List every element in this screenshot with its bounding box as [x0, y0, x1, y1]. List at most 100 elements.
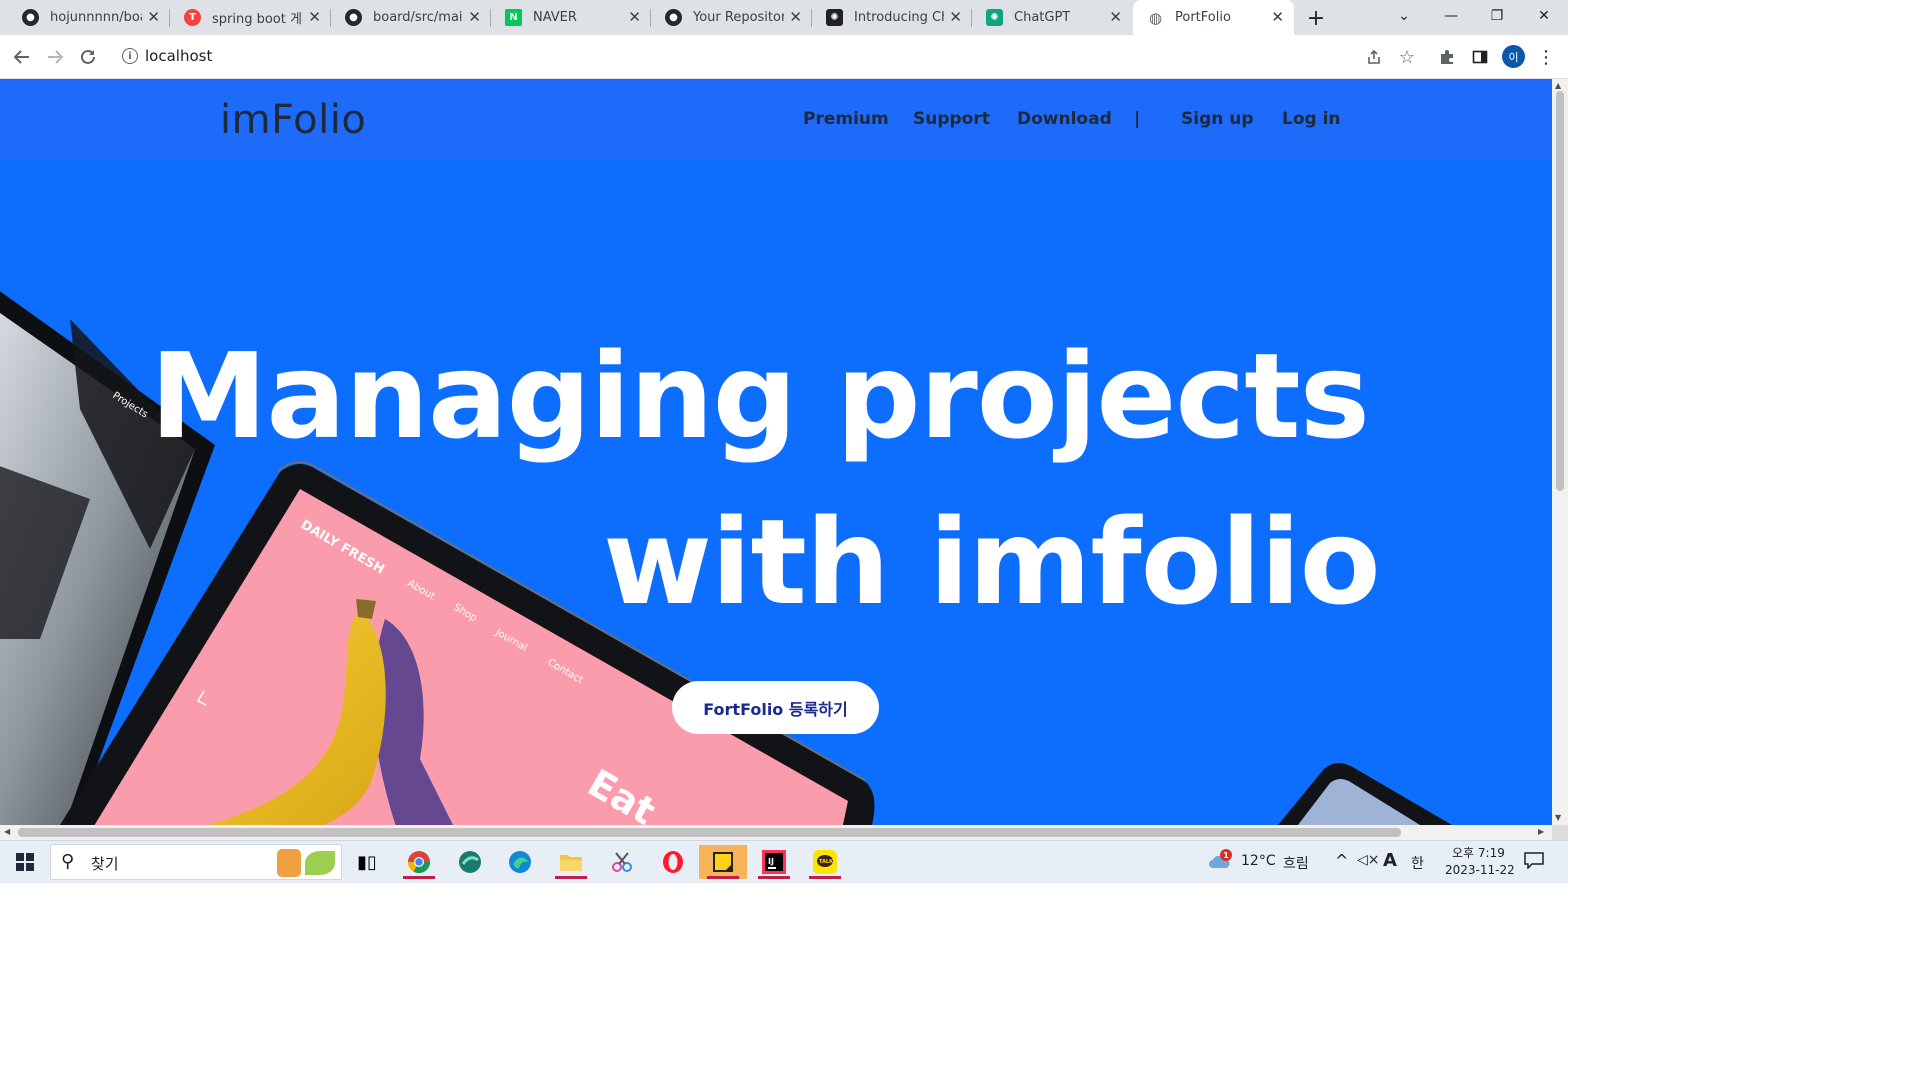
close-icon[interactable]: ✕: [628, 8, 641, 26]
close-icon[interactable]: ✕: [1109, 8, 1122, 26]
vertical-scrollbar[interactable]: ▲ ▼: [1552, 79, 1568, 825]
edge-taskbar-icon[interactable]: [500, 845, 540, 879]
restore-icon[interactable]: ❐: [1474, 0, 1520, 32]
tab-portfolio[interactable]: ◍ PortFolio ✕: [1133, 0, 1294, 35]
opera-taskbar-icon[interactable]: [653, 845, 693, 879]
new-tab-button[interactable]: +: [1303, 5, 1329, 31]
hero-title-line1: Managing projects: [150, 327, 1370, 465]
back-button[interactable]: [8, 43, 36, 71]
tab-github-src[interactable]: ● board/src/main/ ✕: [331, 0, 491, 35]
svg-text:IJ: IJ: [768, 857, 774, 866]
file-explorer-taskbar-icon[interactable]: [551, 845, 591, 879]
nav-download[interactable]: Download: [1017, 109, 1112, 129]
side-panel-icon[interactable]: [1466, 43, 1494, 71]
site-navbar: imFolio Premium Support Download | Sign …: [0, 79, 1552, 160]
vertical-scroll-thumb[interactable]: [1556, 91, 1564, 491]
github-icon: ●: [22, 9, 39, 26]
extensions-icon[interactable]: [1433, 43, 1461, 71]
chrome-taskbar-icon[interactable]: [399, 845, 439, 879]
horizontal-scroll-thumb[interactable]: [18, 828, 1401, 837]
tab-label: spring boot 게시: [212, 12, 303, 27]
notification-icon[interactable]: [1524, 852, 1544, 870]
tab-label: ChatGPT: [1014, 10, 1071, 25]
search-placeholder: 찾기: [91, 855, 119, 873]
tab-naver[interactable]: N NAVER ✕: [491, 0, 651, 35]
bookmark-star-icon[interactable]: ☆: [1393, 43, 1421, 71]
nav-premium[interactable]: Premium: [803, 109, 889, 129]
tab-search-icon[interactable]: ⌄: [1381, 0, 1427, 32]
sticky-notes-taskbar-icon[interactable]: [699, 845, 747, 879]
windows-start-icon[interactable]: [5, 845, 45, 879]
close-icon[interactable]: ✕: [147, 8, 160, 26]
scroll-up-icon[interactable]: ▲: [1555, 81, 1561, 90]
tab-label: Your Repositorie: [693, 10, 784, 25]
nav-login[interactable]: Log in: [1282, 109, 1341, 129]
search-highlight-leaf-icon: [305, 851, 335, 875]
tray-chevron-up-icon[interactable]: ^: [1335, 851, 1348, 870]
register-portfolio-button[interactable]: FortFolio 등록하기: [672, 681, 879, 734]
font-indicator[interactable]: A: [1383, 850, 1397, 871]
tab-chatgpt[interactable]: ✺ ChatGPT ✕: [972, 0, 1132, 35]
chatgpt-icon: ✺: [986, 9, 1003, 26]
browser-toolbar: i localhost ☆ 이 ⋮: [0, 35, 1568, 79]
nav-divider: |: [1134, 109, 1141, 129]
reload-button[interactable]: [74, 43, 102, 71]
ime-indicator[interactable]: 한: [1411, 853, 1424, 873]
globe-icon: ◍: [1147, 8, 1164, 27]
taskbar-search-box[interactable]: ⚲ 찾기: [50, 844, 342, 880]
url-text[interactable]: localhost: [145, 47, 212, 65]
nav-support[interactable]: Support: [913, 109, 990, 129]
site-info-icon[interactable]: i: [122, 48, 138, 64]
search-icon: ⚲: [61, 851, 75, 872]
minimize-icon[interactable]: —: [1428, 0, 1474, 32]
close-icon[interactable]: ✕: [789, 8, 802, 26]
active-indicator: [758, 876, 790, 879]
tab-spring-boot[interactable]: T spring boot 게시 ✕: [170, 0, 331, 35]
tab-label: hojunnnnn/boar: [50, 10, 142, 25]
menu-kebab-icon[interactable]: ⋮: [1532, 43, 1560, 71]
weather-cloud-icon[interactable]: 1: [1208, 849, 1232, 871]
github-icon: ●: [665, 9, 682, 26]
scroll-right-icon[interactable]: ▶: [1538, 827, 1544, 836]
windows-taskbar: ⚲ 찾기 ▮▯ IJ TALK 1 12°C 흐림 ^ ◁× A 한 오후 7:…: [0, 840, 1568, 883]
scroll-left-icon[interactable]: ◀: [4, 827, 10, 836]
naver-icon: N: [505, 9, 522, 26]
clock-time[interactable]: 오후 7:19: [1452, 844, 1505, 861]
close-icon[interactable]: ✕: [308, 8, 321, 26]
right-tablet-mockup: [1278, 763, 1452, 825]
page-viewport: Projects DAILY FRESH About Shop Journal …: [0, 79, 1552, 825]
close-window-icon[interactable]: ✕: [1521, 0, 1567, 32]
svg-text:TALK: TALK: [819, 859, 834, 865]
weather-desc[interactable]: 흐림: [1283, 853, 1309, 873]
volume-muted-icon[interactable]: ◁×: [1357, 852, 1380, 868]
tab-label: PortFolio: [1175, 10, 1231, 25]
horizontal-scrollbar[interactable]: ◀ ▶: [0, 825, 1552, 840]
site-logo[interactable]: imFolio: [220, 97, 366, 143]
intellij-taskbar-icon[interactable]: IJ: [754, 845, 794, 879]
openai-icon: ✺: [826, 9, 843, 26]
tab-github-board[interactable]: ● hojunnnnn/boar ✕: [8, 0, 170, 35]
close-icon[interactable]: ✕: [1271, 8, 1284, 26]
active-indicator: [809, 876, 841, 879]
tab-label: NAVER: [533, 10, 577, 25]
kakaotalk-taskbar-icon[interactable]: TALK: [805, 845, 845, 879]
close-icon[interactable]: ✕: [468, 8, 481, 26]
active-indicator: [707, 876, 739, 879]
profile-avatar[interactable]: 이: [1502, 45, 1525, 68]
weather-temp[interactable]: 12°C: [1241, 853, 1276, 869]
task-view-icon[interactable]: ▮▯: [347, 845, 387, 879]
tab-repositories[interactable]: ● Your Repositorie ✕: [651, 0, 812, 35]
tab-introducing-chatgpt[interactable]: ✺ Introducing Cha ✕: [812, 0, 972, 35]
close-icon[interactable]: ✕: [949, 8, 962, 26]
scrollbar-corner: [1552, 825, 1568, 840]
tab-label: board/src/main/: [373, 10, 463, 25]
address-bar[interactable]: i: [110, 41, 1410, 73]
edge-dev-taskbar-icon[interactable]: [450, 845, 490, 879]
clock-date[interactable]: 2023-11-22: [1445, 863, 1515, 877]
red-t-icon: T: [184, 9, 201, 26]
forward-button[interactable]: [41, 43, 69, 71]
nav-signup[interactable]: Sign up: [1181, 109, 1254, 129]
snipping-tool-taskbar-icon[interactable]: [602, 845, 642, 879]
share-icon[interactable]: [1360, 43, 1388, 71]
scroll-down-icon[interactable]: ▼: [1555, 813, 1561, 822]
